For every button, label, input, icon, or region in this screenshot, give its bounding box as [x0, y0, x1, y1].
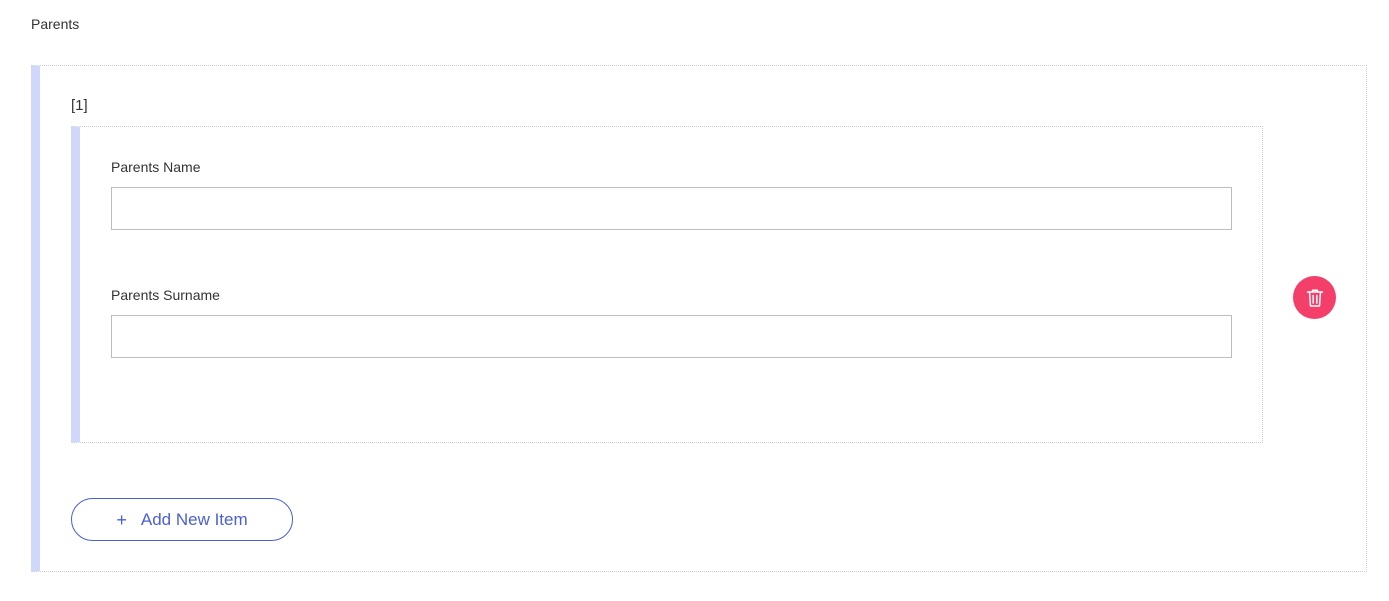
- parents-name-input[interactable]: [111, 187, 1232, 230]
- add-new-item-label: Add New Item: [140, 509, 248, 529]
- trash-icon: [1306, 288, 1324, 308]
- add-new-item-button[interactable]: + Add New Item: [71, 498, 293, 541]
- plus-icon: +: [116, 509, 127, 530]
- parents-item-card: [71, 126, 1263, 443]
- parents-surname-label: Parents Surname: [111, 287, 220, 303]
- parents-name-label: Parents Name: [111, 159, 201, 175]
- item-index-label: [1]: [71, 97, 88, 114]
- parents-surname-input[interactable]: [111, 315, 1232, 358]
- delete-item-button[interactable]: [1293, 276, 1336, 319]
- section-title: Parents: [31, 16, 80, 32]
